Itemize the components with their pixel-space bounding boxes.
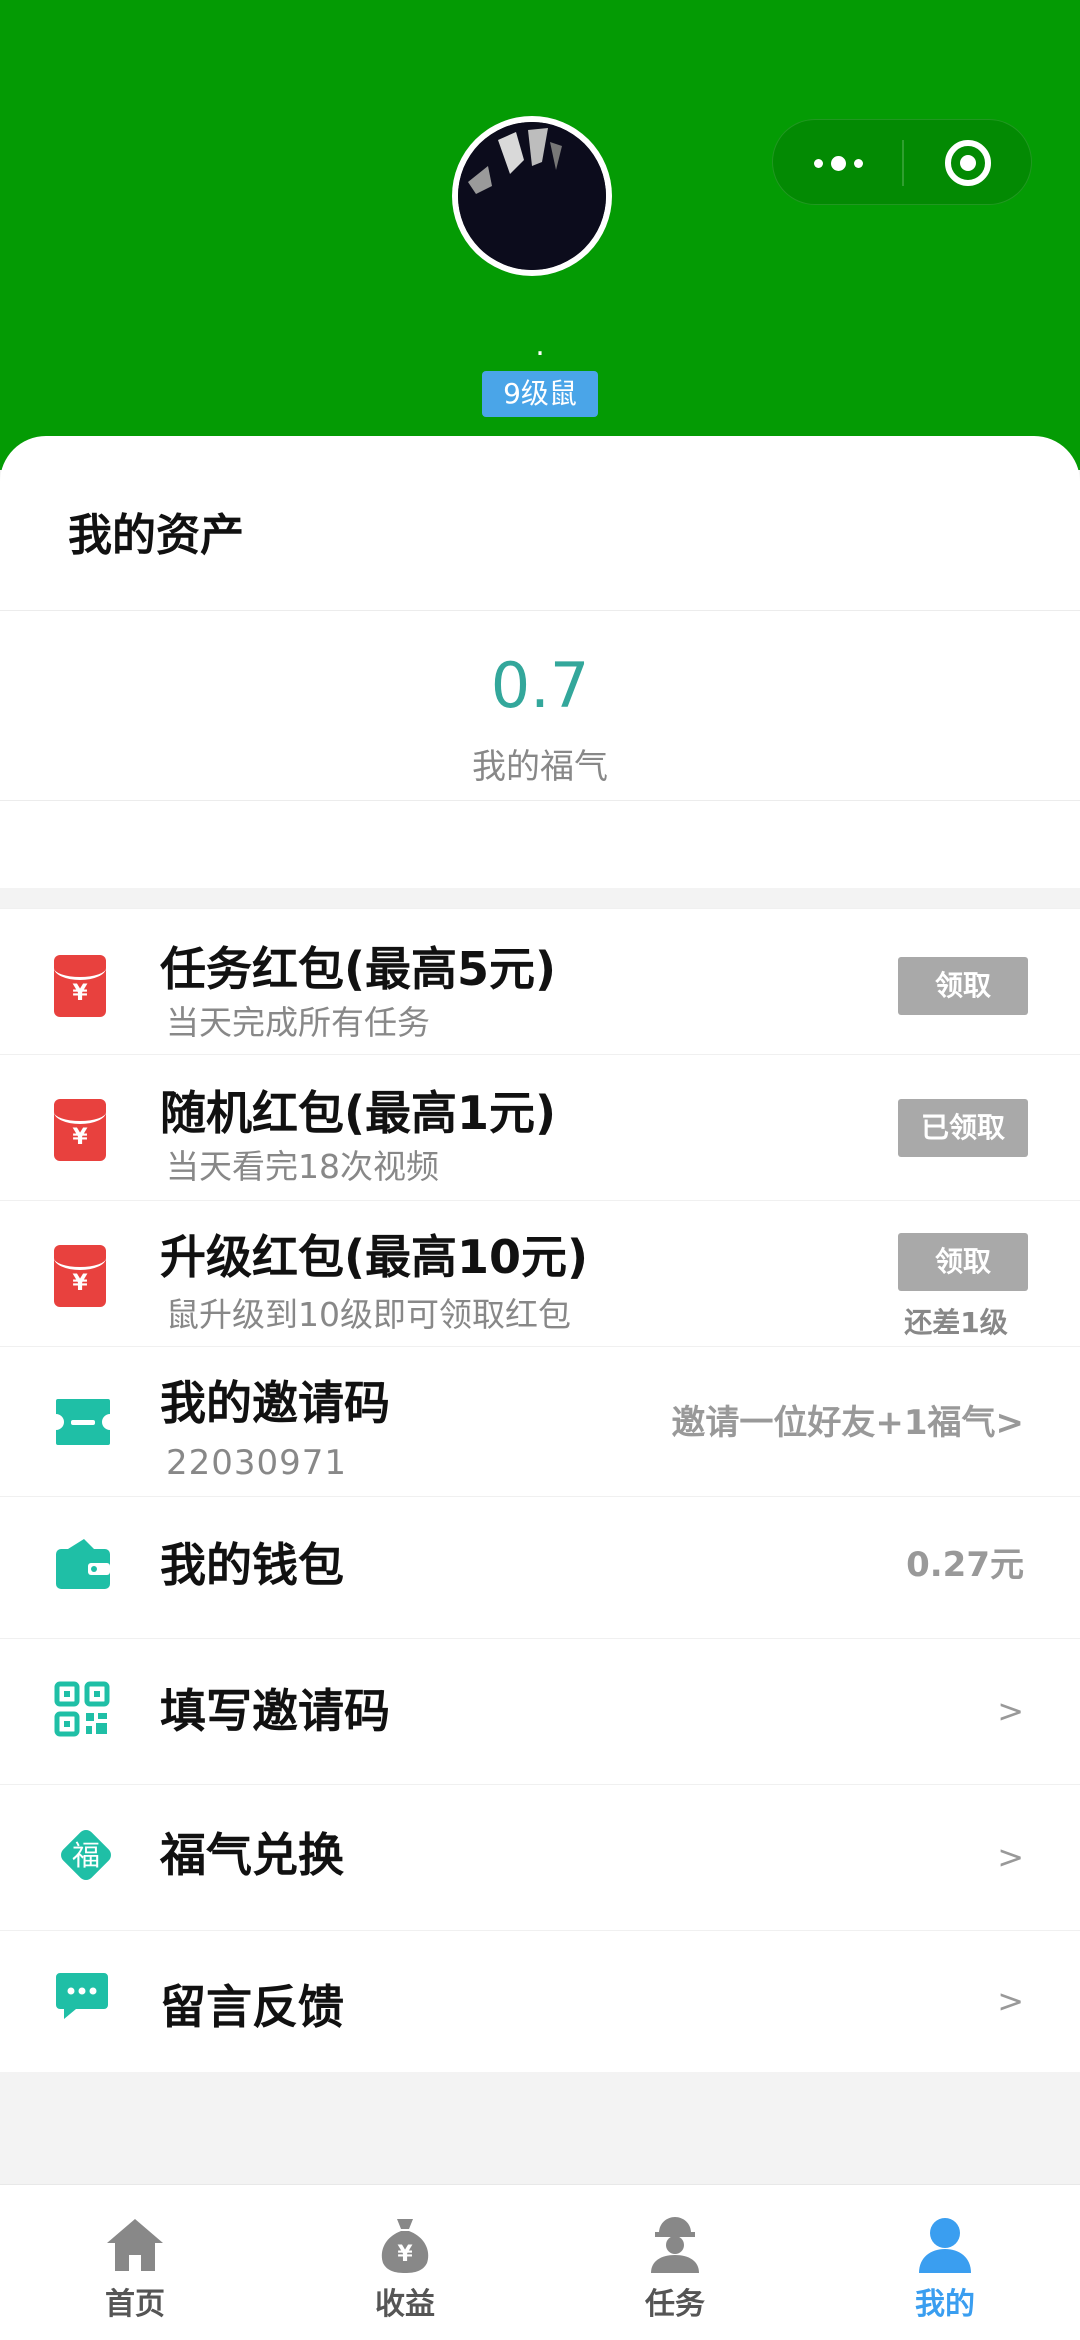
chevron-right-icon: > (997, 1838, 1024, 1876)
wallet-row[interactable]: 我的钱包 0.27元 (0, 1496, 1080, 1638)
upgrade-red-packet-row: ¥ 升级红包(最高10元) 鼠升级到10级即可领取红包 领取 还差1级 (0, 1200, 1080, 1346)
more-options-icon[interactable] (773, 120, 903, 206)
wallet-icon (54, 1537, 112, 1597)
red-packet-icon: ¥ (54, 1245, 106, 1307)
red-packet-icon: ¥ (54, 1099, 106, 1161)
ticket-icon (54, 1397, 112, 1451)
invite-friend-link[interactable]: 邀请一位好友+1福气> (671, 1401, 1024, 1445)
fortune-exchange-title: 福气兑换 (160, 1828, 344, 1882)
message-icon (54, 1971, 110, 2025)
miniprogram-capsule (772, 119, 1032, 205)
section-gap (0, 888, 1080, 908)
profile-header: . 9级鼠 (0, 0, 1080, 470)
red-packet-title: 任务红包(最高5元) (160, 942, 557, 996)
tab-label: 首页 (105, 2287, 165, 2322)
tab-label: 我的 (915, 2287, 975, 2322)
fortune-value: 0.7 (490, 649, 590, 722)
wallet-balance: 0.27元 (906, 1545, 1024, 1585)
worker-icon (645, 2215, 705, 2275)
tab-label: 收益 (375, 2287, 435, 2322)
fortune-exchange-row[interactable]: 福 福气兑换 > (0, 1784, 1080, 1930)
fortune-icon: 福 (54, 1823, 118, 1891)
chevron-right-icon: > (997, 1692, 1024, 1730)
red-packet-subtitle: 当天完成所有任务 (166, 1003, 430, 1042)
tab-home[interactable]: 首页 (0, 2185, 270, 2340)
tab-earnings[interactable]: ¥ 收益 (270, 2185, 540, 2340)
invite-code-row[interactable]: 我的邀请码 22030971 邀请一位好友+1福气> (0, 1346, 1080, 1496)
chevron-right-icon: > (997, 1982, 1024, 2020)
fill-invite-code-title: 填写邀请码 (160, 1684, 390, 1738)
claim-button[interactable]: 领取 (898, 957, 1028, 1015)
claim-button[interactable]: 领取 (898, 1233, 1028, 1291)
tab-mine[interactable]: 我的 (810, 2185, 1080, 2340)
user-icon (915, 2215, 975, 2275)
level-gap-note: 还差1级 (904, 1306, 1008, 1339)
feedback-row[interactable]: 留言反馈 > (0, 1930, 1080, 2072)
home-icon (105, 2215, 165, 2275)
red-packet-title: 升级红包(最高10元) (160, 1230, 589, 1284)
bottom-tab-bar: 首页 ¥ 收益 任务 我的 (0, 2184, 1080, 2340)
svg-text:福: 福 (72, 1839, 100, 1872)
money-bag-icon: ¥ (375, 2215, 435, 2275)
invite-code-title: 我的邀请码 (160, 1376, 390, 1430)
divider (0, 800, 1080, 801)
red-packet-title: 随机红包(最高1元) (160, 1086, 557, 1140)
assets-section-title: 我的资产 (68, 510, 244, 561)
level-badge: 9级鼠 (482, 371, 598, 417)
wallet-title: 我的钱包 (160, 1538, 344, 1592)
feedback-title: 留言反馈 (160, 1980, 344, 2034)
task-red-packet-row: ¥ 任务红包(最高5元) 当天完成所有任务 领取 (0, 908, 1080, 1054)
random-red-packet-row: ¥ 随机红包(最高1元) 当天看完18次视频 已领取 (0, 1054, 1080, 1200)
qr-code-icon (54, 1681, 110, 1741)
invite-code-value: 22030971 (166, 1443, 348, 1483)
claimed-button[interactable]: 已领取 (898, 1099, 1028, 1157)
avatar[interactable] (452, 116, 612, 276)
red-packet-icon: ¥ (54, 955, 106, 1017)
tab-tasks[interactable]: 任务 (540, 2185, 810, 2340)
svg-text:¥: ¥ (397, 2242, 413, 2267)
fortune-label: 我的福气 (472, 747, 608, 787)
fill-invite-code-row[interactable]: 填写邀请码 > (0, 1638, 1080, 1784)
divider (0, 610, 1080, 611)
red-packet-subtitle: 鼠升级到10级即可领取红包 (166, 1295, 571, 1334)
nickname: . (535, 328, 545, 363)
red-packet-subtitle: 当天看完18次视频 (166, 1147, 439, 1186)
close-miniprogram-icon[interactable] (903, 120, 1033, 206)
tab-label: 任务 (645, 2287, 705, 2322)
